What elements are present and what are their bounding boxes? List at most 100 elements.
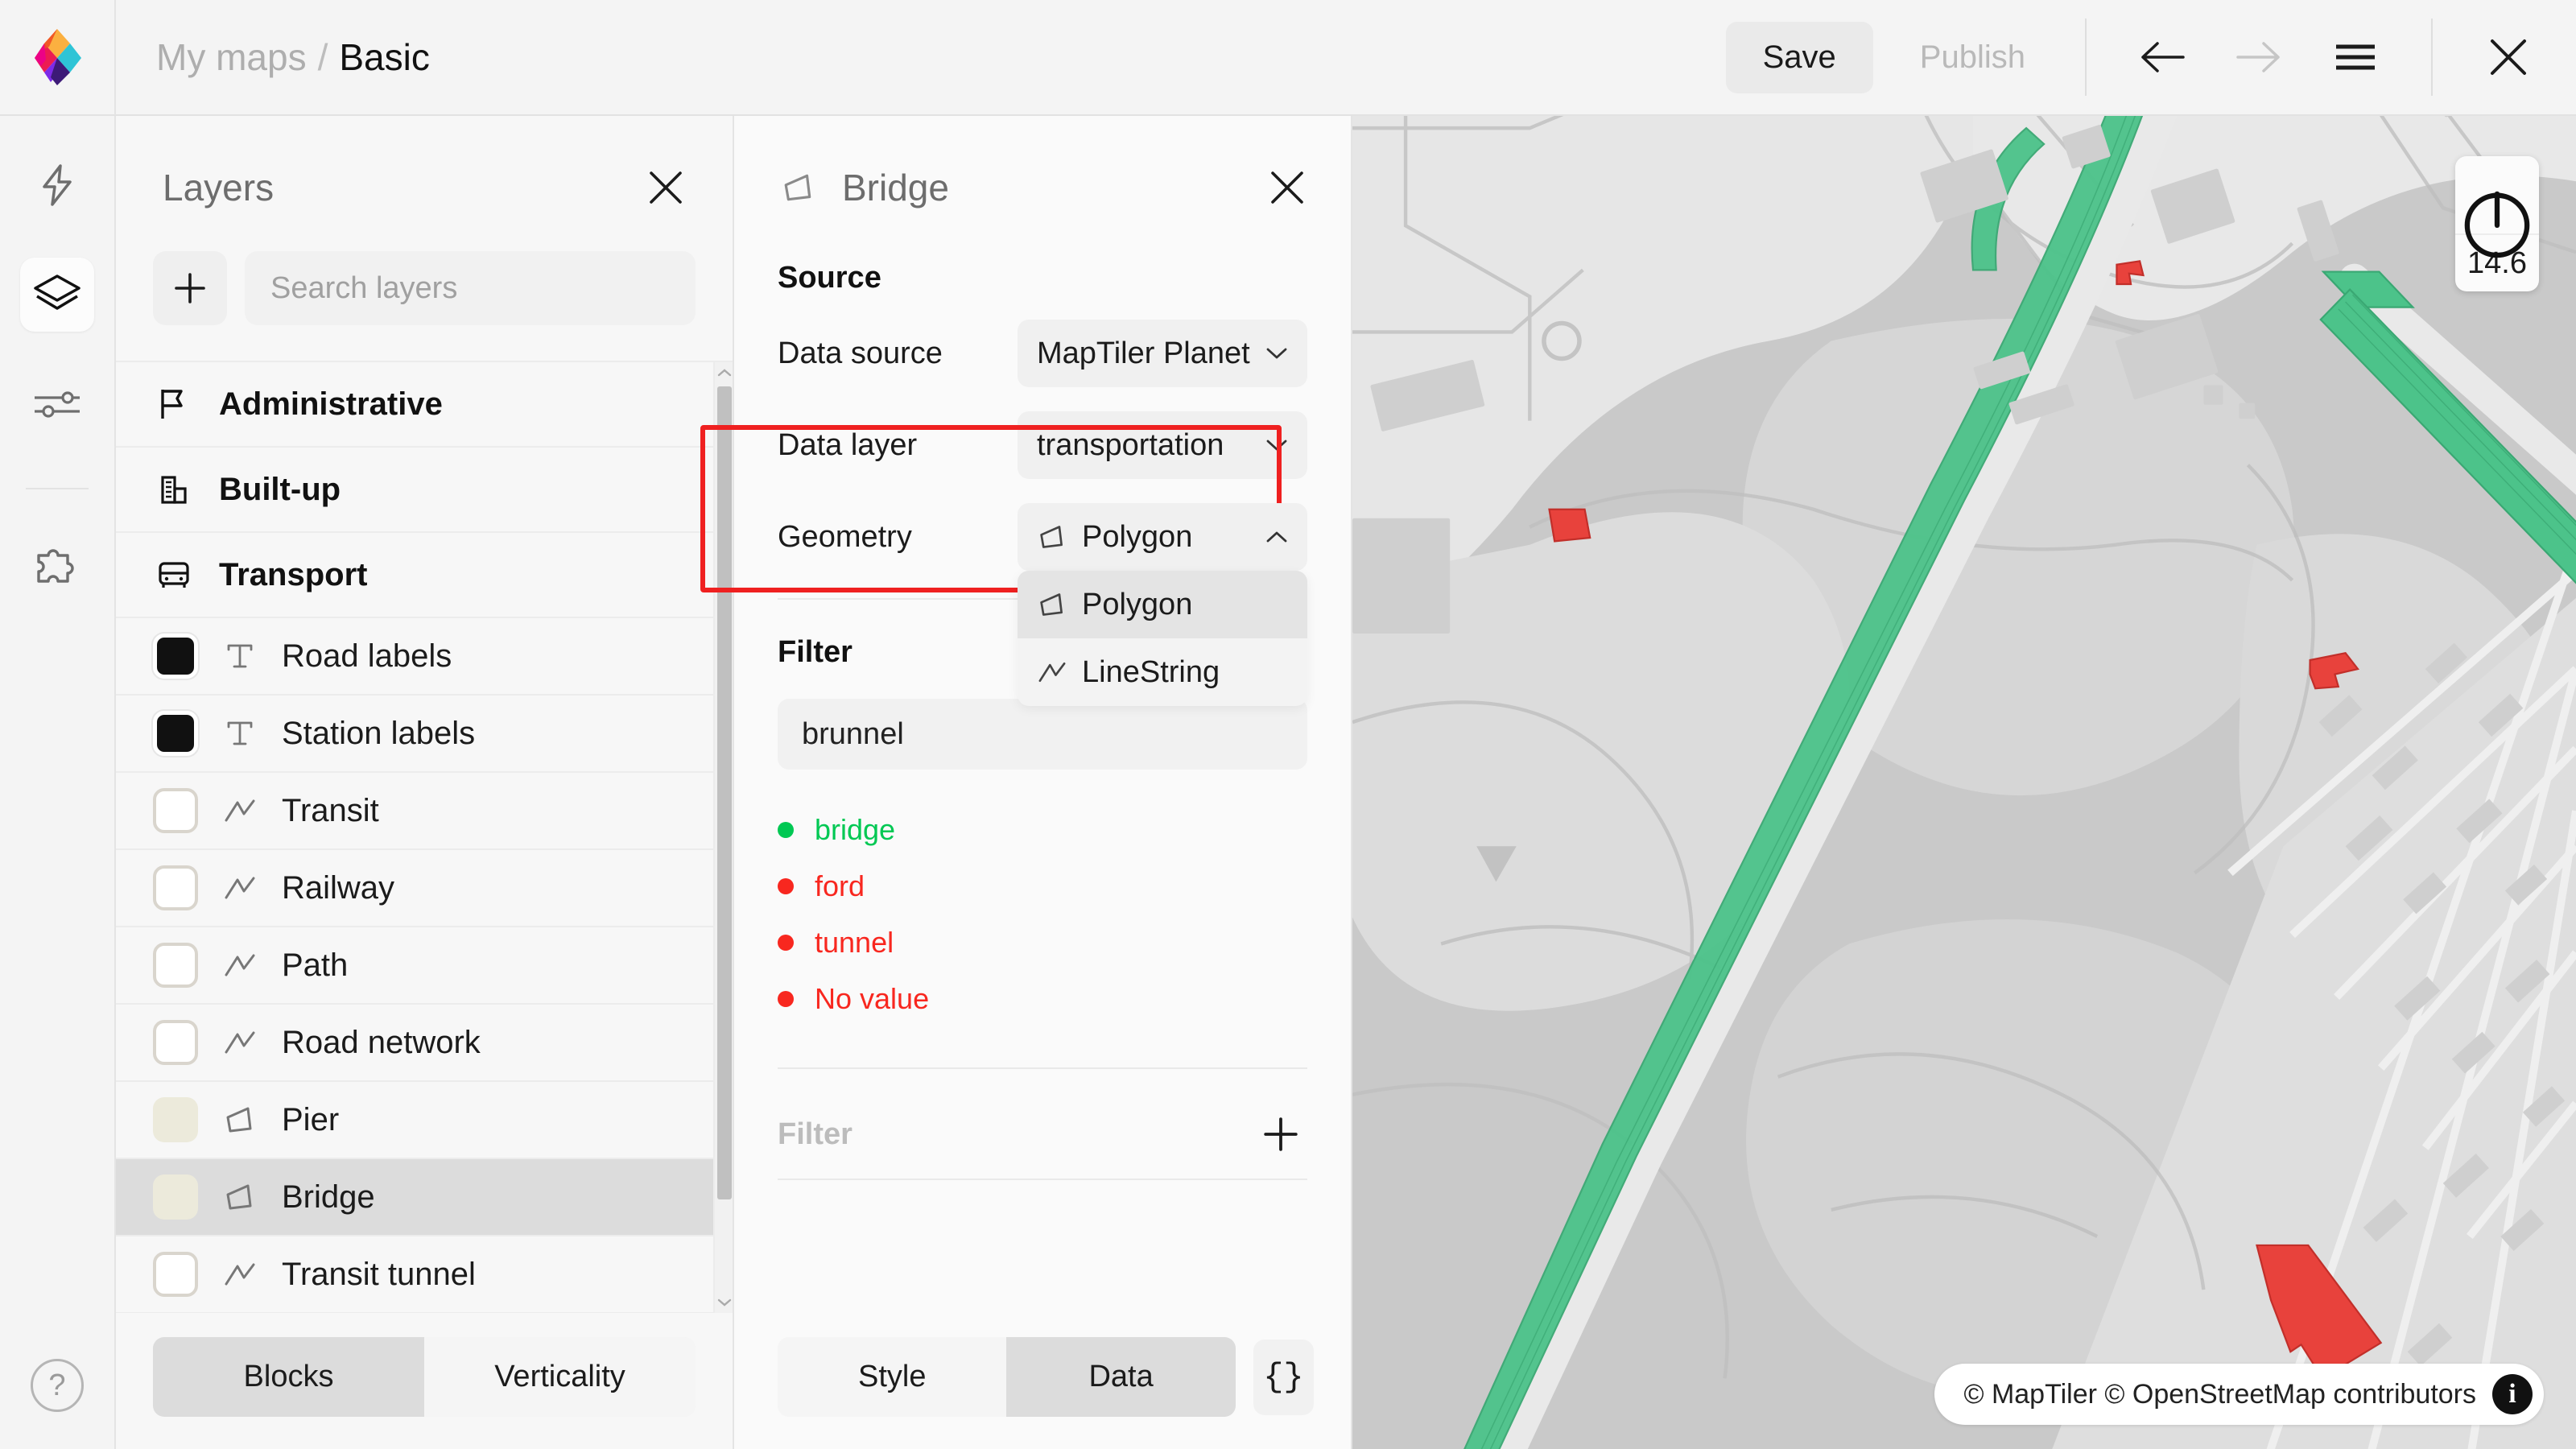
layers-search-row bbox=[116, 214, 733, 325]
scrollbar-down-arrow-icon[interactable] bbox=[715, 1292, 733, 1313]
sliders-icon bbox=[33, 386, 81, 422]
layer-group-built-up[interactable]: Built-up bbox=[116, 448, 715, 533]
editor-divider-3 bbox=[778, 1179, 1307, 1180]
layer-item-road-labels[interactable]: Road labels bbox=[116, 618, 715, 696]
layer-group-label: Administrative bbox=[219, 386, 443, 423]
publish-button[interactable]: Publish bbox=[1888, 22, 2058, 93]
field-data-source: Data source MapTiler Planet bbox=[778, 320, 1307, 387]
layer-color-swatch[interactable] bbox=[153, 711, 198, 756]
field-geometry: Geometry Polygon bbox=[778, 503, 1307, 571]
filter-value-label: ford bbox=[815, 869, 865, 903]
breadcrumb-current: Basic bbox=[339, 35, 429, 79]
chevron-down-icon bbox=[1265, 438, 1288, 452]
map-canvas[interactable]: 14.6 © MapTiler © OpenStreetMap contribu… bbox=[1352, 116, 2576, 1449]
layer-color-swatch[interactable] bbox=[153, 865, 198, 910]
close-layers-panel-button[interactable] bbox=[639, 161, 692, 214]
json-code-button[interactable]: {} bbox=[1253, 1340, 1314, 1415]
layer-item-bridge[interactable]: Bridge bbox=[116, 1159, 715, 1236]
app-root: My maps / Basic Save Publish bbox=[0, 0, 2576, 1449]
data-source-select[interactable]: MapTiler Planet bbox=[1018, 320, 1307, 387]
add-layer-button[interactable] bbox=[153, 251, 227, 325]
zoom-dial-button[interactable] bbox=[2455, 156, 2539, 233]
layer-group-transport[interactable]: Transport bbox=[116, 533, 715, 618]
tab-verticality[interactable]: Verticality bbox=[424, 1337, 696, 1417]
layer-list-scroll-area: Administrative Built-up bbox=[116, 362, 715, 1313]
top-bar-actions: Save Publish bbox=[1726, 0, 2576, 114]
layer-color-swatch[interactable] bbox=[153, 943, 198, 988]
menu-button[interactable] bbox=[2317, 19, 2394, 96]
layer-list: Administrative Built-up bbox=[116, 361, 733, 1313]
filter-field-input[interactable] bbox=[778, 699, 1307, 770]
map-attribution: © MapTiler © OpenStreetMap contributors … bbox=[1934, 1364, 2544, 1425]
puzzle-piece-icon bbox=[34, 543, 80, 584]
tab-data[interactable]: Data bbox=[1006, 1337, 1235, 1417]
layer-item-label: Station labels bbox=[282, 716, 475, 752]
help-button[interactable]: ? bbox=[31, 1359, 84, 1412]
editor-footer-tabs: Style Data bbox=[778, 1337, 1236, 1417]
text-icon bbox=[219, 717, 261, 749]
breadcrumb-root[interactable]: My maps bbox=[156, 35, 307, 79]
layer-color-swatch[interactable] bbox=[153, 1174, 198, 1220]
linestring-icon bbox=[219, 1260, 261, 1289]
forward-button[interactable] bbox=[2220, 19, 2297, 96]
toolbar-divider-2 bbox=[2431, 19, 2433, 96]
search-layers-input[interactable] bbox=[245, 251, 696, 325]
map-render bbox=[1352, 116, 2576, 1449]
filter-value-tunnel[interactable]: tunnel bbox=[778, 914, 1307, 971]
back-button[interactable] bbox=[2124, 19, 2201, 96]
layer-color-swatch[interactable] bbox=[153, 1097, 198, 1142]
tab-blocks[interactable]: Blocks bbox=[153, 1337, 424, 1417]
close-icon bbox=[647, 169, 684, 206]
layers-panel-footer: Blocks Verticality bbox=[116, 1313, 733, 1449]
close-icon bbox=[2487, 36, 2529, 78]
data-layer-select[interactable]: transportation bbox=[1018, 411, 1307, 479]
rail-item-layers[interactable] bbox=[20, 258, 94, 332]
layer-item-label: Path bbox=[282, 947, 348, 984]
select-value: Polygon bbox=[1082, 520, 1251, 555]
filter-value-ford[interactable]: ford bbox=[778, 858, 1307, 914]
layer-item-pier[interactable]: Pier bbox=[116, 1082, 715, 1159]
filter-value-no-value[interactable]: No value bbox=[778, 971, 1307, 1027]
layer-group-administrative[interactable]: Administrative bbox=[116, 362, 715, 448]
layer-item-path[interactable]: Path bbox=[116, 927, 715, 1005]
layer-item-transit-tunnel[interactable]: Transit tunnel bbox=[116, 1236, 715, 1313]
close-window-button[interactable] bbox=[2470, 19, 2547, 96]
close-icon bbox=[1269, 169, 1306, 206]
layer-item-railway[interactable]: Railway bbox=[116, 850, 715, 927]
tab-style[interactable]: Style bbox=[778, 1337, 1006, 1417]
scrollbar-thumb[interactable] bbox=[717, 386, 732, 1199]
layer-color-swatch[interactable] bbox=[153, 1252, 198, 1297]
layer-item-transit[interactable]: Transit bbox=[116, 773, 715, 850]
scrollbar-up-arrow-icon[interactable] bbox=[715, 362, 733, 383]
geometry-option-polygon[interactable]: Polygon bbox=[1018, 571, 1307, 638]
rail-item-settings[interactable] bbox=[20, 367, 94, 441]
layer-color-swatch[interactable] bbox=[153, 634, 198, 679]
layer-color-swatch[interactable] bbox=[153, 1020, 198, 1065]
field-data-layer: Data layer transportation bbox=[778, 411, 1307, 479]
linestring-icon bbox=[219, 1028, 261, 1057]
text-icon bbox=[219, 640, 261, 672]
filter-value-bridge[interactable]: bridge bbox=[778, 802, 1307, 858]
save-button[interactable]: Save bbox=[1726, 22, 1873, 93]
info-icon[interactable]: i bbox=[2492, 1374, 2533, 1414]
layer-item-label: Road network bbox=[282, 1025, 481, 1061]
layer-color-swatch[interactable] bbox=[153, 788, 198, 833]
layers-panel-header: Layers bbox=[116, 116, 733, 214]
status-dot bbox=[778, 822, 794, 838]
add-filter-button[interactable] bbox=[1254, 1108, 1307, 1161]
layer-editor-title: Bridge bbox=[842, 166, 949, 209]
filter-values-list: bridge ford tunnel No value bbox=[778, 802, 1307, 1027]
polygon-icon bbox=[778, 171, 819, 204]
arrow-left-icon bbox=[2140, 40, 2185, 74]
layer-item-station-labels[interactable]: Station labels bbox=[116, 696, 715, 773]
close-layer-editor-button[interactable] bbox=[1261, 161, 1314, 214]
app-logo[interactable] bbox=[0, 0, 116, 115]
geometry-select[interactable]: Polygon bbox=[1018, 503, 1307, 571]
lightning-bolt-icon bbox=[35, 163, 80, 208]
layer-item-road-network[interactable]: Road network bbox=[116, 1005, 715, 1082]
polygon-icon bbox=[219, 1182, 261, 1212]
layer-list-scrollbar[interactable] bbox=[713, 362, 733, 1313]
geometry-option-linestring[interactable]: LineString bbox=[1018, 638, 1307, 706]
rail-item-plugins[interactable] bbox=[20, 526, 94, 601]
rail-item-quick-actions[interactable] bbox=[20, 148, 94, 222]
